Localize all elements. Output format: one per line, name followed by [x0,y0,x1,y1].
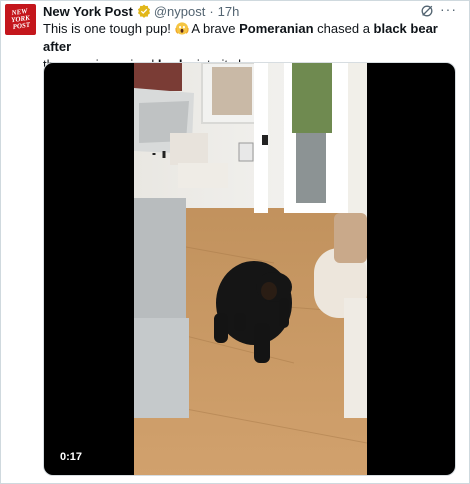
video-player[interactable]: 0:17 [43,62,456,476]
post-time[interactable]: 17h [218,4,240,19]
avatar[interactable]: NEW YORK POST [5,4,36,35]
separator-dot: · [209,3,214,19]
post-header: New York Post @nypost · 17h [43,3,239,19]
grok-icon[interactable] [420,4,434,18]
author-handle[interactable]: @nypost [154,4,206,19]
text-bold: Pomeranian [239,21,314,36]
screaming-face-emoji [174,22,189,35]
verified-badge-icon [137,4,150,18]
text-part: A brave [188,21,240,36]
more-options-icon[interactable]: ··· [440,2,460,16]
text-part: This is one tough pup! [43,21,175,36]
author-name[interactable]: New York Post [43,4,133,19]
video-still-image [134,63,367,475]
text-part: chased a [313,21,374,36]
video-frame [134,63,367,475]
video-duration: 0:17 [54,449,89,465]
avatar-logo-text: NEW YORK POST [10,7,31,32]
